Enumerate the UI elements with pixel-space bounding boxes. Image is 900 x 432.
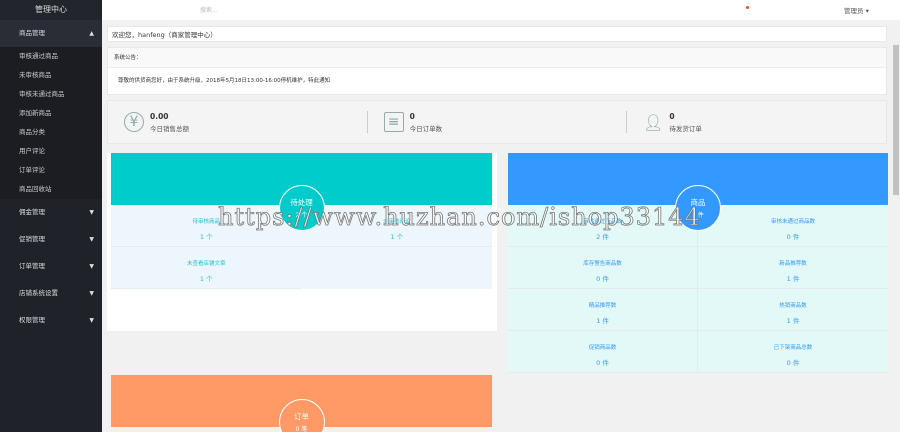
group-label: 促销管理 <box>19 235 45 243</box>
notice-panel: 系统公告： 尊敬的供货商您好，由于系统升级，2018年5月18日13:00-16… <box>107 47 887 95</box>
stat-label: 今日订单数 <box>409 124 443 133</box>
stat-shipping: 👤︎ 0 待发货订单 <box>626 111 886 133</box>
cell-label: 精品推荐数 <box>588 303 617 309</box>
caret-down-icon: ▼ <box>89 317 94 324</box>
cell-label: 库存警告商品数 <box>583 261 622 267</box>
caret-up-icon: ▲ <box>89 30 94 37</box>
stats-bar: ¥0.00 今日销售总额 ≡ 0 今日订单数 👤︎ 0 待发货订单 <box>107 100 887 144</box>
sidebar-group[interactable]: 权限管理 ▼ <box>0 307 102 334</box>
cell-value: 1 个 <box>390 233 404 241</box>
cell-value: 1 件 <box>786 317 800 325</box>
group-label: 店铺系统设置 <box>19 289 58 297</box>
group-label: 权限管理 <box>19 316 45 324</box>
cell-value: 1 件 <box>786 275 800 283</box>
user-name: 管理员 <box>844 7 864 15</box>
stat-sales: ¥0.00 今日销售总额 <box>108 101 367 143</box>
sidebar-group[interactable]: 订单管理 ▼ <box>0 253 102 280</box>
cell-value: 0 件 <box>786 359 800 367</box>
sidebar-title: 管理中心 <box>0 0 102 20</box>
cell-value: 0 件 <box>786 233 800 241</box>
cell-label: 新品推荐数 <box>779 261 807 267</box>
sidebar-item[interactable]: 商品分类 <box>0 123 102 142</box>
chevron-down-icon: ▾ <box>865 7 869 15</box>
sidebar-item[interactable]: 用户评论 <box>0 142 102 161</box>
orders-card: 订单 0 笔 <box>111 375 492 432</box>
scrollbar[interactable] <box>892 20 900 432</box>
sidebar-item[interactable]: 订单评论 <box>0 161 102 180</box>
stat-cell[interactable]: 新品推荐数 1 件 <box>698 247 888 289</box>
sidebar-group[interactable]: 佣金管理 ▼ <box>0 199 102 226</box>
sidebar-group[interactable]: 店铺系统设置 ▼ <box>0 280 102 307</box>
sidebar-item[interactable]: 未审核商品 <box>0 66 102 85</box>
sidebar-item[interactable]: 审核通过商品 <box>0 47 102 66</box>
stat-cell[interactable]: 库存警告商品数 0 件 <box>508 247 698 289</box>
notice-title: 系统公告： <box>108 48 886 68</box>
sidebar: 管理中心 商品管理 ▲ 审核通过商品 未审核商品 审核未通过商品 添加新商品 商品分类 用户… <box>0 0 102 432</box>
cell-label: 已下架商品总数 <box>773 345 813 351</box>
stat-value: 0.00 <box>150 111 169 121</box>
user-icon: 👤︎ <box>643 112 664 132</box>
caret-down-icon: ▼ <box>89 263 94 270</box>
sidebar-item[interactable]: 商品回收站 <box>0 180 102 199</box>
cell-label: 审核未通过商品数 <box>770 219 815 225</box>
stat-cell[interactable]: 精品推荐数 1 件 <box>508 289 698 331</box>
cell-value: 1 个 <box>199 233 213 241</box>
scrollbar-thumb[interactable] <box>893 45 899 195</box>
cell-value: 1 个 <box>199 275 213 283</box>
pending-header: 待处理 2 个 <box>111 153 492 231</box>
search-input[interactable]: 搜索... <box>200 5 218 14</box>
watermark: https://www.huzhan.com/ishop33144 <box>218 203 701 232</box>
group-label: 订单管理 <box>19 262 45 270</box>
badge-count: 0 笔 <box>295 426 308 432</box>
stat-cell[interactable]: 已下架商品总数 0 件 <box>698 331 888 373</box>
caret-down-icon: ▼ <box>89 290 94 297</box>
stat-label: 今日销售总额 <box>150 124 189 133</box>
stat-value: 0 <box>409 111 415 121</box>
cell-label: 促销商品数 <box>588 345 617 351</box>
cell-label: 热销商品数 <box>779 303 807 309</box>
cell-value: 0 件 <box>596 359 609 367</box>
stat-label: 待发货订单 <box>669 124 702 133</box>
orders-header: 订单 0 笔 <box>111 375 492 432</box>
stat-cell[interactable]: 促销商品数 0 件 <box>508 331 698 373</box>
caret-down-icon: ▼ <box>89 209 94 216</box>
caret-down-icon: ▼ <box>89 236 94 243</box>
goods-header: 商品 2 件 <box>508 153 888 231</box>
cell-value: 2 件 <box>596 233 609 241</box>
goods-card: 商品 2 件 审核通过商品数 2 件审核未通过商品数 0 件库存警告商品数 0 件新品推… <box>508 153 888 373</box>
stat-value: 0 <box>669 111 675 121</box>
sidebar-item[interactable]: 审核未通过商品 <box>0 85 102 104</box>
cell-value: 0 件 <box>596 275 609 283</box>
stat-cell[interactable]: 未查看店铺文章 1 个 <box>111 247 302 289</box>
top-bar: 搜索... 管理员 ▾ <box>102 0 900 20</box>
sidebar-group-goods[interactable]: 商品管理 ▲ <box>0 20 102 47</box>
cell-value: 1 件 <box>596 317 609 325</box>
group-label: 商品管理 <box>19 29 45 37</box>
badge-title: 订单 <box>294 412 309 421</box>
cell-label: 未查看店铺文章 <box>186 261 226 267</box>
sidebar-item[interactable]: 添加新商品 <box>0 104 102 123</box>
group-label: 佣金管理 <box>19 208 45 216</box>
yen-icon: ¥ <box>124 112 144 132</box>
user-menu[interactable]: 管理员 ▾ <box>844 5 869 15</box>
stat-cell[interactable]: 热销商品数 1 件 <box>698 289 888 331</box>
clipboard-icon: ≡ <box>383 112 404 132</box>
notification-dot[interactable] <box>746 6 749 9</box>
stat-orders: ≡ 0 今日订单数 <box>366 111 627 133</box>
sidebar-group[interactable]: 促销管理 ▼ <box>0 226 102 253</box>
welcome-bar: 欢迎您，hanfeng（商家管理中心） <box>107 26 887 42</box>
notice-text: 尊敬的供货商您好，由于系统升级，2018年5月18日13:00-16:00停机维… <box>118 78 331 84</box>
stat-cell[interactable]: 审核未通过商品数 0 件 <box>698 205 888 247</box>
orders-badge: 订单 0 笔 <box>278 399 325 432</box>
